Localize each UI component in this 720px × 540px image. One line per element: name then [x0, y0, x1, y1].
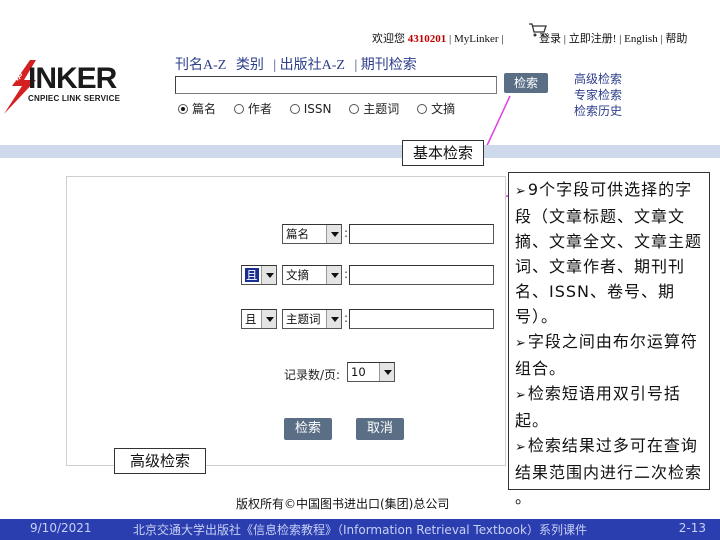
mylinker-link[interactable]: MyLinker: [454, 33, 499, 45]
note-item: ➢字段之间由布尔运算符组合。: [515, 332, 698, 378]
quick-search-button[interactable]: 检索: [504, 73, 548, 93]
notes-callout: ➢9个字段可供选择的字段（文章标题、文章文摘、文章全文、文章主题词、文章作者、期…: [508, 172, 710, 507]
footer-page-number: 2-13: [678, 521, 706, 535]
advanced-search-label: 高级检索: [114, 448, 206, 474]
logo-text: INKER: [28, 62, 117, 95]
linker-logo: CNP INKER CNPIEC LINK SERVICE: [0, 60, 150, 120]
welcome-text: 欢迎您: [372, 33, 405, 45]
note-item: ➢检索结果过多可在查询结果范围内进行二次检索 。: [515, 436, 703, 507]
field-select-2[interactable]: 文摘: [282, 265, 342, 285]
arrow-bullet-icon: ➢: [515, 336, 527, 351]
form-search-button[interactable]: 检索: [284, 418, 332, 440]
nav-item-title-az[interactable]: 刊名A-Z: [175, 58, 226, 73]
shopping-cart-icon[interactable]: [528, 22, 548, 38]
nav-item-category[interactable]: 类别: [236, 58, 264, 73]
radio-abstract[interactable]: 文摘: [417, 100, 455, 117]
arrow-bullet-icon: ➢: [515, 184, 527, 199]
search-mode-links: 高级检索 专家检索 检索历史: [574, 71, 622, 119]
copyright-text: 版权所有©中国图书进出口(集团)总公司: [236, 497, 450, 511]
radio-subject[interactable]: 主题词: [349, 100, 399, 117]
main-nav: 刊名A-Z 类别 | 出版社A-Z | 期刊检索: [175, 54, 423, 74]
nav-item-publisher-az[interactable]: | 出版社A-Z: [273, 58, 345, 73]
search-history-link[interactable]: 检索历史: [574, 103, 622, 119]
term-input-2[interactable]: [349, 265, 494, 285]
footer-date: 9/10/2021: [30, 521, 92, 535]
english-link[interactable]: English: [624, 33, 658, 45]
register-link[interactable]: 立即注册!: [569, 33, 617, 45]
arrow-bullet-icon: ➢: [515, 440, 527, 455]
operator-select-2[interactable]: 且: [241, 265, 277, 285]
logo-subtext: CNPIEC LINK SERVICE: [28, 94, 121, 103]
note-item: ➢检索短语用双引号括起。: [515, 384, 681, 430]
records-per-page-select[interactable]: 10: [347, 362, 395, 382]
records-per-page-label: 记录数/页:: [284, 368, 341, 382]
field-select-3[interactable]: 主题词: [282, 309, 342, 329]
quick-search-input[interactable]: [175, 76, 497, 94]
search-field-radios: 篇名 作者 ISSN 主题词 文摘: [178, 100, 469, 117]
arrow-bullet-icon: ➢: [515, 388, 527, 403]
chevron-down-icon: [261, 266, 276, 284]
radio-author[interactable]: 作者: [233, 100, 272, 117]
nav-item-journal-search[interactable]: | 期刊检索: [354, 58, 416, 73]
form-cancel-button[interactable]: 取消: [356, 418, 404, 440]
help-link[interactable]: 帮助: [665, 33, 687, 45]
expert-search-link[interactable]: 专家检索: [574, 87, 622, 103]
user-id: 4310201: [407, 33, 447, 45]
field-select-1[interactable]: 篇名: [282, 224, 342, 244]
radio-issn[interactable]: ISSN: [289, 102, 331, 116]
term-input-3[interactable]: [349, 309, 494, 329]
operator-select-3[interactable]: 且: [241, 309, 277, 329]
footer-title: 北京交通大学出版社《信息检索教程》（Information Retrieval …: [133, 523, 587, 537]
divider-band: [0, 145, 720, 158]
advanced-search-link[interactable]: 高级检索: [574, 71, 622, 87]
basic-search-label: 基本检索: [402, 140, 484, 166]
chevron-down-icon: [379, 363, 394, 381]
term-input-1[interactable]: [349, 224, 494, 244]
radio-title[interactable]: 篇名: [178, 100, 216, 117]
chevron-down-icon: [326, 310, 341, 328]
chevron-down-icon: [261, 310, 276, 328]
chevron-down-icon: [326, 266, 341, 284]
chevron-down-icon: [326, 225, 341, 243]
note-item: ➢9个字段可供选择的字段（文章标题、文章文摘、文章全文、文章主题词、文章作者、期…: [515, 180, 703, 326]
slide-footer: 9/10/2021 北京交通大学出版社《信息检索教程》（Information …: [0, 519, 720, 540]
